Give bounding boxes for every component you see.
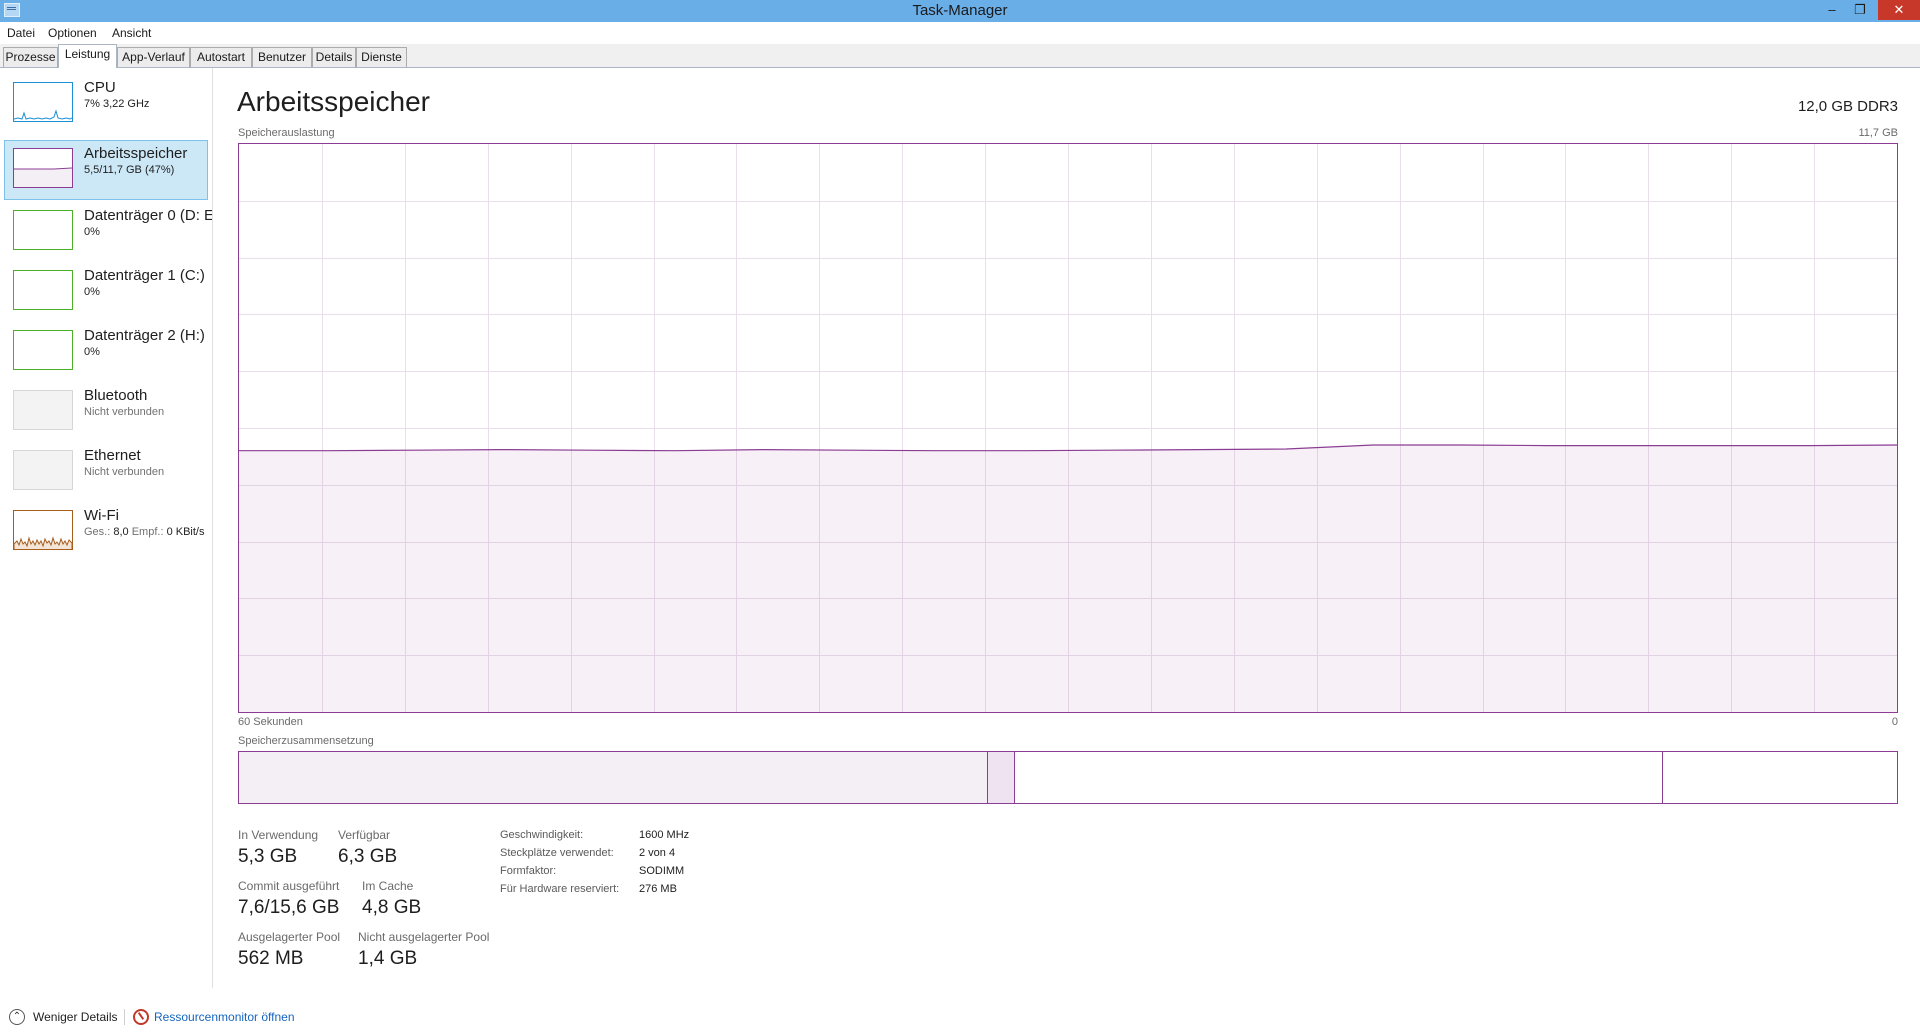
available-value: 6,3 GB xyxy=(338,846,398,867)
sidebar-item-ethernet[interactable]: Ethernet Nicht verbunden xyxy=(4,442,208,502)
memory-composition-bar xyxy=(238,751,1898,804)
sidebar-item-subtitle: 0% xyxy=(84,286,100,298)
slots-value: 2 von 4 xyxy=(639,847,676,859)
tab-processes[interactable]: Prozesse xyxy=(3,47,58,67)
sidebar-item-title: Arbeitsspeicher xyxy=(84,145,188,162)
resource-monitor-link[interactable]: Ressourcenmonitor öffnen xyxy=(154,1010,295,1024)
graph-label: Speicherauslastung xyxy=(238,127,335,139)
hardware-reserved-value: 276 MB xyxy=(639,883,677,895)
form-factor-label: Formfaktor: xyxy=(500,865,557,877)
tab-services[interactable]: Dienste xyxy=(356,47,407,67)
in-use-label: In Verwendung xyxy=(238,828,319,842)
available-label: Verfügbar xyxy=(338,828,391,842)
sidebar-item-subtitle: 0% xyxy=(84,346,100,358)
disk-thumbnail-graph xyxy=(13,270,73,310)
sidebar-item-cpu[interactable]: CPU 7% 3,22 GHz xyxy=(4,74,208,134)
committed-value: 7,6/15,6 GB xyxy=(238,897,340,918)
tab-users[interactable]: Benutzer xyxy=(252,47,312,67)
close-button[interactable]: ✕ xyxy=(1878,0,1920,20)
maximize-button[interactable]: ❐ xyxy=(1846,0,1874,20)
sidebar-item-title: Ethernet xyxy=(84,447,141,464)
sidebar-item-disk-1[interactable]: Datenträger 1 (C:) 0% xyxy=(4,262,208,322)
bluetooth-thumbnail-graph xyxy=(13,390,73,430)
composition-in-use-segment[interactable] xyxy=(239,752,988,803)
form-factor-value: SODIMM xyxy=(639,865,685,877)
usage-area xyxy=(239,445,1897,712)
nonpaged-pool-value: 1,4 GB xyxy=(358,948,418,969)
sidebar-item-title: Wi-Fi xyxy=(84,507,119,524)
composition-label: Speicherzusammensetzung xyxy=(238,735,374,747)
chevron-up-icon[interactable]: ⌃ xyxy=(9,1009,25,1025)
sidebar-item-title: Datenträger 0 (D: E xyxy=(84,207,213,224)
composition-modified-segment[interactable] xyxy=(988,752,1015,803)
in-use-value: 5,3 GB xyxy=(238,846,298,867)
cpu-thumbnail-graph xyxy=(13,82,73,122)
sidebar-item-subtitle: Nicht verbunden xyxy=(84,466,165,478)
tab-strip: Prozesse Leistung App-Verlauf Autostart … xyxy=(0,44,1920,68)
minimize-button[interactable]: – xyxy=(1818,0,1846,20)
sidebar-item-title: Datenträger 1 (C:) xyxy=(84,267,205,284)
wifi-receive-label: Empf.: xyxy=(131,526,164,538)
sidebar-item-subtitle: 0% xyxy=(84,226,100,238)
memory-spec: 12,0 GB DDR3 xyxy=(1797,98,1898,115)
composition-standby-segment[interactable] xyxy=(1015,752,1663,803)
sidebar-item-bluetooth[interactable]: Bluetooth Nicht verbunden xyxy=(4,382,208,442)
paged-pool-value: 562 MB xyxy=(238,948,304,969)
sidebar-item-title: Bluetooth xyxy=(84,387,148,404)
time-end-label: 0 xyxy=(1891,716,1898,728)
sidebar-item-subtitle: 7% 3,22 GHz xyxy=(84,98,150,110)
menu-view[interactable]: Ansicht xyxy=(112,26,151,40)
fewer-details-button[interactable]: Weniger Details xyxy=(33,1010,117,1024)
ethernet-thumbnail-graph xyxy=(13,450,73,490)
resource-monitor-icon[interactable] xyxy=(133,1009,149,1025)
hardware-reserved-label: Für Hardware reserviert: xyxy=(500,883,620,895)
speed-value: 1600 MHz xyxy=(639,829,690,841)
menu-bar: Datei Optionen Ansicht xyxy=(0,22,1920,44)
sidebar-item-title: CPU xyxy=(84,79,116,96)
paged-pool-label: Ausgelagerter Pool xyxy=(238,930,341,944)
composition-free-segment[interactable] xyxy=(1663,752,1897,803)
sidebar-item-subtitle: Nicht verbunden xyxy=(84,406,165,418)
tab-performance[interactable]: Leistung xyxy=(58,44,117,68)
disk-thumbnail-graph xyxy=(13,330,73,370)
tab-app-history[interactable]: App-Verlauf xyxy=(117,47,190,67)
sidebar-item-subtitle: Ges.: 8,0 Empf.: 0 KBit/s xyxy=(84,526,204,538)
wifi-thumbnail-graph xyxy=(13,510,73,550)
footer: ⌃ Weniger Details Ressourcenmonitor öffn… xyxy=(0,1000,1920,1036)
wifi-send-label: Ges.: xyxy=(84,526,111,538)
sidebar-item-disk-0[interactable]: Datenträger 0 (D: E 0% xyxy=(4,202,212,262)
window-title: Task-Manager xyxy=(912,2,1008,19)
time-window-label: 60 Sekunden xyxy=(238,716,303,728)
sidebar-item-wifi[interactable]: Wi-Fi Ges.: 8,0 Empf.: 0 KBit/s xyxy=(4,502,208,562)
cached-label: Im Cache xyxy=(362,879,414,893)
slots-label: Steckplätze verwendet: xyxy=(500,847,614,859)
graph-max-label: 11,7 GB xyxy=(1858,127,1898,139)
footer-divider xyxy=(124,1009,125,1025)
tab-startup[interactable]: Autostart xyxy=(190,47,252,67)
wifi-receive-value: 0 KBit/s xyxy=(166,526,205,538)
disk-thumbnail-graph xyxy=(13,210,73,250)
speed-label: Geschwindigkeit: xyxy=(500,829,584,841)
menu-file[interactable]: Datei xyxy=(7,26,35,40)
memory-detail-panel: Arbeitsspeicher 12,0 GB DDR3 Speicheraus… xyxy=(213,68,1920,988)
nonpaged-pool-label: Nicht ausgelagerter Pool xyxy=(358,930,490,944)
title-bar: Task-Manager – ❐ ✕ xyxy=(0,0,1920,22)
cached-value: 4,8 GB xyxy=(362,897,422,918)
sidebar-item-subtitle: 5,5/11,7 GB (47%) xyxy=(84,164,175,176)
committed-label: Commit ausgeführt xyxy=(238,879,340,893)
resource-sidebar: CPU 7% 3,22 GHz Arbeitsspeicher 5,5/11,7… xyxy=(0,68,213,988)
memory-thumbnail-graph xyxy=(13,148,73,188)
sidebar-item-title: Datenträger 2 (H:) xyxy=(84,327,205,344)
page-title: Arbeitsspeicher xyxy=(237,86,430,117)
wifi-send-value: 8,0 xyxy=(113,526,129,538)
menu-options[interactable]: Optionen xyxy=(48,26,97,40)
memory-usage-chart xyxy=(239,144,1897,712)
sidebar-item-disk-2[interactable]: Datenträger 2 (H:) 0% xyxy=(4,322,208,382)
sidebar-item-memory[interactable]: Arbeitsspeicher 5,5/11,7 GB (47%) xyxy=(4,140,208,200)
tab-details[interactable]: Details xyxy=(312,47,356,67)
memory-usage-graph xyxy=(238,143,1898,713)
